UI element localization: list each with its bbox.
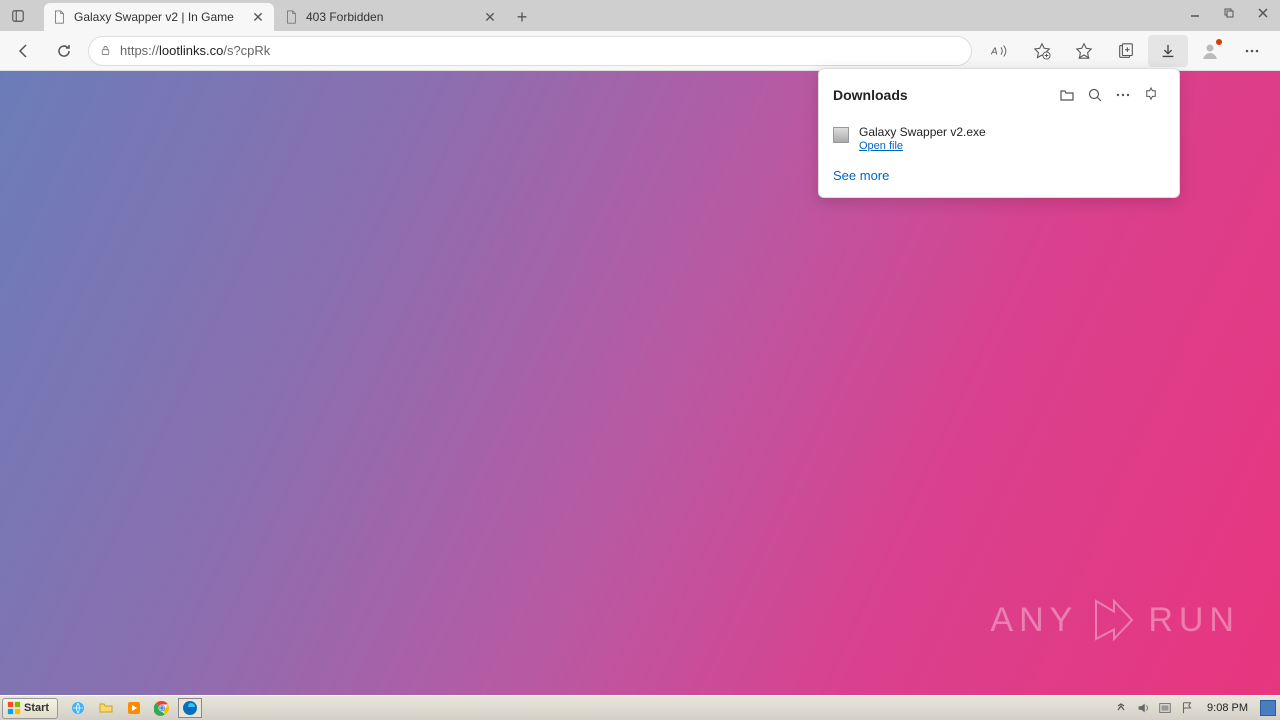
taskbar-media[interactable]	[122, 698, 146, 718]
clock[interactable]: 9:08 PM	[1201, 702, 1254, 714]
menu-button[interactable]	[1232, 35, 1272, 67]
downloads-popup: Downloads Galaxy Swapper v2.exe Open fil…	[818, 68, 1180, 198]
tab-close-button[interactable]: ✕	[482, 9, 498, 25]
back-button[interactable]	[8, 35, 40, 67]
windows-logo-icon	[7, 701, 21, 715]
page-icon	[52, 10, 66, 24]
refresh-button[interactable]	[48, 35, 80, 67]
close-button[interactable]	[1246, 2, 1280, 24]
search-downloads-button[interactable]	[1081, 81, 1109, 109]
tab-active[interactable]: Galaxy Swapper v2 | In Game ✕	[44, 3, 274, 31]
start-label: Start	[24, 702, 49, 714]
pin-downloads-button[interactable]	[1137, 81, 1165, 109]
downloads-title: Downloads	[833, 87, 1053, 103]
minimize-button[interactable]	[1178, 2, 1212, 24]
favorite-button[interactable]	[1022, 35, 1062, 67]
new-tab-button[interactable]: +	[508, 3, 536, 31]
window-controls	[1178, 0, 1280, 31]
flag-icon[interactable]	[1179, 700, 1195, 716]
notification-dot-icon	[1216, 39, 1222, 45]
play-icon	[1088, 595, 1138, 645]
taskbar-chrome[interactable]	[150, 698, 174, 718]
taskbar: Start 9:08 PM	[0, 695, 1280, 720]
tab-close-button[interactable]: ✕	[250, 9, 266, 25]
see-more-link[interactable]: See more	[819, 160, 1179, 197]
titlebar: Galaxy Swapper v2 | In Game ✕ 403 Forbid…	[0, 0, 1280, 31]
tab-inactive[interactable]: 403 Forbidden ✕	[276, 3, 506, 31]
address-bar[interactable]: https://lootlinks.co/s?cpRk	[88, 36, 972, 66]
downloads-more-button[interactable]	[1109, 81, 1137, 109]
downloads-button[interactable]	[1148, 35, 1188, 67]
svg-text:A: A	[991, 46, 998, 57]
tab-title: 403 Forbidden	[306, 10, 482, 24]
tray-expand-icon[interactable]	[1113, 700, 1129, 716]
browser-window: Galaxy Swapper v2 | In Game ✕ 403 Forbid…	[0, 0, 1280, 695]
tray-app-icon[interactable]	[1157, 700, 1173, 716]
tab-title: Galaxy Swapper v2 | In Game	[74, 10, 250, 24]
page-icon	[284, 10, 298, 24]
system-tray: 9:08 PM	[1113, 700, 1280, 716]
tab-actions-icon	[11, 9, 25, 23]
tab-strip: Galaxy Swapper v2 | In Game ✕ 403 Forbid…	[36, 0, 1178, 31]
download-filename: Galaxy Swapper v2.exe	[859, 125, 1165, 139]
watermark-text: ANY	[990, 601, 1078, 640]
volume-icon[interactable]	[1135, 700, 1151, 716]
taskbar-ie[interactable]	[66, 698, 90, 718]
download-item[interactable]: Galaxy Swapper v2.exe Open file	[819, 119, 1179, 160]
profile-button[interactable]	[1190, 35, 1230, 67]
toolbar: https://lootlinks.co/s?cpRk A	[0, 31, 1280, 71]
url-text: https://lootlinks.co/s?cpRk	[120, 43, 961, 58]
file-icon	[833, 127, 849, 143]
taskbar-edge[interactable]	[178, 698, 202, 718]
start-button[interactable]: Start	[2, 698, 58, 719]
watermark: ANY RUN	[990, 595, 1240, 645]
maximize-button[interactable]	[1212, 2, 1246, 24]
open-folder-button[interactable]	[1053, 81, 1081, 109]
tab-actions-button[interactable]	[0, 0, 36, 31]
taskbar-explorer[interactable]	[94, 698, 118, 718]
collections-button[interactable]	[1106, 35, 1146, 67]
watermark-text: RUN	[1148, 601, 1240, 640]
show-desktop-button[interactable]	[1260, 700, 1276, 716]
downloads-header: Downloads	[819, 69, 1179, 119]
read-aloud-button[interactable]: A	[980, 35, 1020, 67]
lock-icon	[99, 44, 112, 57]
favorites-list-button[interactable]	[1064, 35, 1104, 67]
open-file-link[interactable]: Open file	[859, 140, 1165, 152]
